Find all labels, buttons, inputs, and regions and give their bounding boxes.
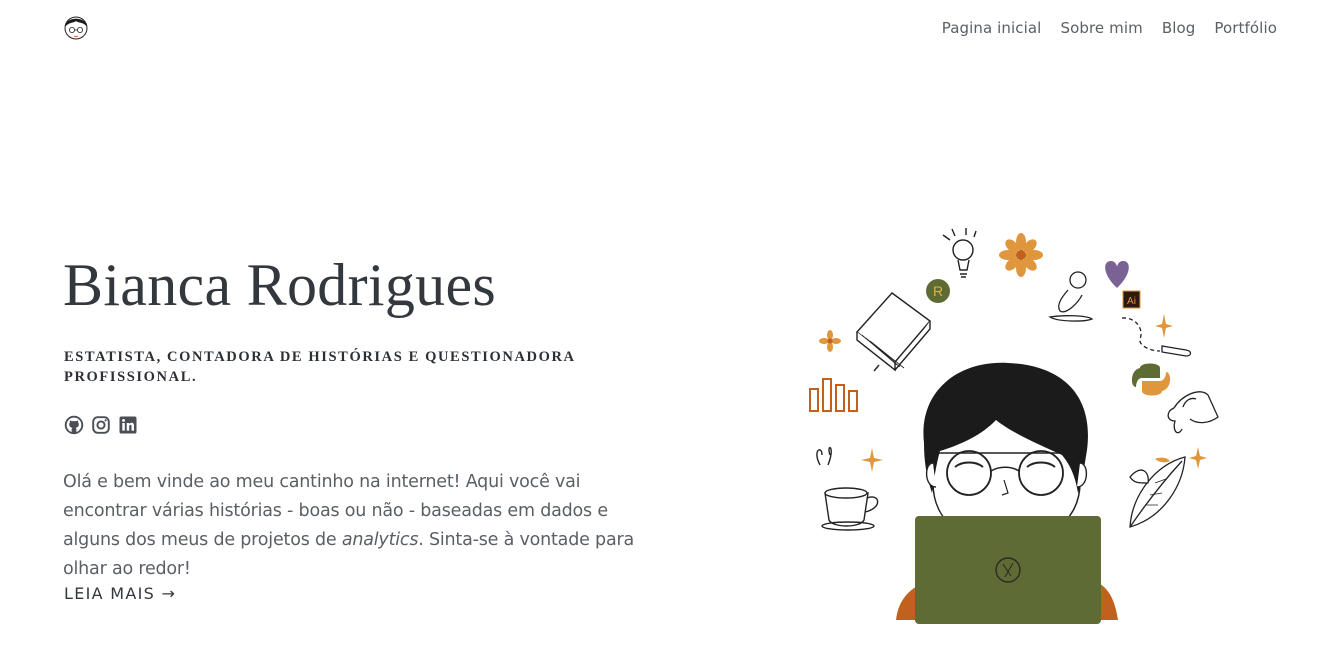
bar-chart-icon bbox=[809, 378, 858, 412]
intro-text: Olá e bem vinde ao meu cantinho na inter… bbox=[63, 472, 634, 579]
github-link[interactable] bbox=[64, 415, 84, 435]
leaf-accent bbox=[1155, 457, 1170, 463]
meditation-figure-icon bbox=[1048, 271, 1094, 322]
social-links bbox=[64, 415, 138, 435]
main-nav: Pagina inicial Sobre mim Blog Portfólio bbox=[942, 19, 1277, 37]
python-icon bbox=[1131, 363, 1171, 396]
linkedin-link[interactable] bbox=[118, 415, 138, 435]
small-flower-icon bbox=[819, 330, 841, 352]
avatar-logo-icon bbox=[64, 16, 88, 40]
site-logo-avatar[interactable] bbox=[62, 12, 90, 42]
instagram-icon bbox=[92, 416, 110, 434]
page-title: Bianca Rodrigues bbox=[63, 252, 497, 318]
nav-home[interactable]: Pagina inicial bbox=[942, 19, 1042, 37]
person-with-laptop-illustration: R Ai bbox=[809, 228, 1219, 624]
book-icon bbox=[855, 292, 932, 372]
adobe-illustrator-icon: Ai bbox=[1122, 290, 1141, 309]
nav-blog[interactable]: Blog bbox=[1162, 19, 1196, 37]
tagline: ESTATISTA, CONTADORA DE HISTÓRIAS E QUES… bbox=[64, 349, 575, 385]
linkedin-icon bbox=[119, 416, 137, 434]
lightbulb-icon bbox=[942, 228, 977, 278]
leaf-icon bbox=[1129, 456, 1186, 528]
hero-illustration: R Ai bbox=[800, 225, 1230, 643]
heart-icon bbox=[1105, 261, 1129, 288]
r-language-icon: R bbox=[926, 279, 950, 303]
pen-icon bbox=[1161, 345, 1192, 357]
nav-about[interactable]: Sobre mim bbox=[1060, 19, 1142, 37]
read-more-link[interactable]: LEIA MAIS → bbox=[64, 584, 176, 603]
github-icon bbox=[64, 415, 84, 435]
instagram-link[interactable] bbox=[91, 415, 111, 435]
dashed-pen-trail bbox=[1121, 317, 1161, 352]
svg-text:Ai: Ai bbox=[1127, 296, 1136, 307]
laptop bbox=[915, 516, 1101, 624]
nav-portfolio[interactable]: Portfólio bbox=[1214, 19, 1277, 37]
flower-icon bbox=[999, 233, 1043, 277]
svg-text:R: R bbox=[933, 283, 943, 299]
hand-icon bbox=[1167, 391, 1219, 434]
